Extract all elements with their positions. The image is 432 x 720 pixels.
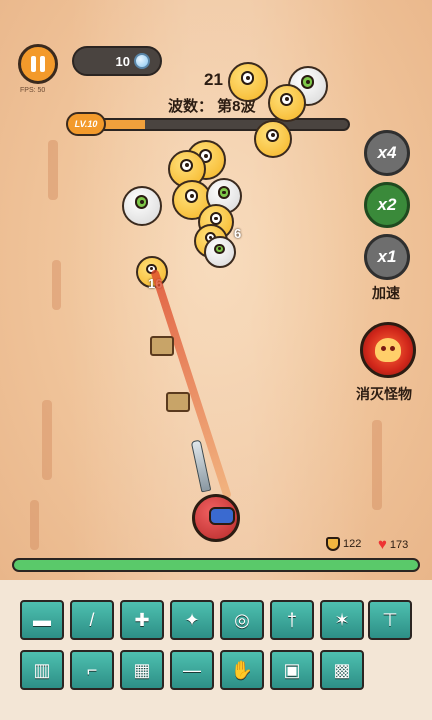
knife-icon: —: [183, 659, 201, 680]
inventory-slot[interactable]: /: [70, 600, 114, 640]
ground-scrape: [42, 400, 52, 480]
pistol-icon: ▬: [33, 609, 51, 630]
ground-scrape: [52, 260, 61, 310]
speed-x1-button[interactable]: x1: [364, 234, 410, 280]
projectile-crate: [150, 336, 174, 356]
dagger-icon: /: [89, 609, 95, 630]
inventory-slot[interactable]: ▦: [120, 650, 164, 690]
speed-x4-button[interactable]: x4: [364, 130, 410, 176]
box-icon: ▦: [133, 659, 151, 680]
level-badge: LV.10: [66, 112, 106, 136]
enemy-white: [122, 186, 162, 226]
pause-icon: [31, 56, 36, 72]
crate-icon: ▩: [333, 659, 351, 680]
monster-icon: [375, 338, 401, 362]
inventory-slot[interactable]: ✶: [320, 600, 364, 640]
heart-icon: ♥: [378, 536, 387, 553]
pause-button[interactable]: [18, 44, 58, 84]
gem-counter: 10: [72, 46, 162, 76]
fps-counter: FPS: 50: [20, 87, 46, 94]
level-progress-bar: [86, 118, 350, 131]
ground-scrape: [48, 140, 58, 200]
medkit-icon: ✚: [134, 609, 150, 630]
gem-count: 10: [115, 53, 130, 69]
inventory-slot[interactable]: —: [170, 650, 214, 690]
inventory-slot[interactable]: ◎: [220, 600, 264, 640]
gem-icon: [134, 53, 150, 69]
inventory-slot[interactable]: ▬: [20, 600, 64, 640]
damage-number: 21: [204, 70, 223, 89]
hammer-icon: ⊤: [382, 609, 398, 630]
speed-x2-button[interactable]: x2: [364, 182, 410, 228]
glove-icon: ✋: [230, 659, 254, 680]
inventory-slot[interactable]: ✋: [220, 650, 264, 690]
enemy-white: [204, 236, 236, 268]
projectile-crate: [166, 392, 190, 412]
shuriken-icon: ✦: [184, 609, 200, 630]
ground-scrape: [30, 500, 39, 550]
inventory-slot[interactable]: ▩: [320, 650, 364, 690]
inventory-panel: ▬ / ✚ ✦ ◎ † ✶ ⊤ ▥ ⌐ ▦ — ✋ ▣ ▩: [0, 580, 432, 720]
sword-icon: †: [286, 609, 297, 630]
enemy-yellow: [268, 84, 306, 122]
skill-label: 消灭怪物: [356, 386, 412, 402]
inventory-slot[interactable]: ▥: [20, 650, 64, 690]
shield-stat: 122: [326, 537, 361, 551]
damage-number: 6: [234, 226, 242, 241]
player-hp-bar: [12, 558, 420, 572]
gauntlet-icon: ▥: [33, 659, 51, 680]
player-character: [192, 494, 240, 542]
health-value: 173: [389, 538, 409, 551]
speed-label: 加速: [372, 285, 400, 301]
health-stat: ♥ 173: [378, 537, 408, 552]
inventory-slot[interactable]: †: [270, 600, 314, 640]
destroy-monsters-button[interactable]: [360, 322, 416, 378]
inventory-slot[interactable]: ✚: [120, 600, 164, 640]
inventory-slot[interactable]: ▣: [270, 650, 314, 690]
inventory-slot[interactable]: ⌐: [70, 650, 114, 690]
inventory-slot[interactable]: ✦: [170, 600, 214, 640]
enemy-yellow: [254, 120, 292, 158]
star-blade-icon: ✶: [334, 609, 350, 630]
inventory-slot[interactable]: ⊤: [368, 600, 412, 640]
player-hp-fill: [14, 560, 418, 570]
enemy-yellow: [228, 62, 268, 102]
revolver-icon: ⌐: [86, 659, 98, 680]
ground-scrape: [372, 420, 382, 510]
bracelet-icon: ◎: [234, 609, 250, 630]
shield-icon: [326, 537, 340, 551]
shield-value: 122: [343, 538, 362, 550]
chest-icon: ▣: [283, 659, 301, 680]
